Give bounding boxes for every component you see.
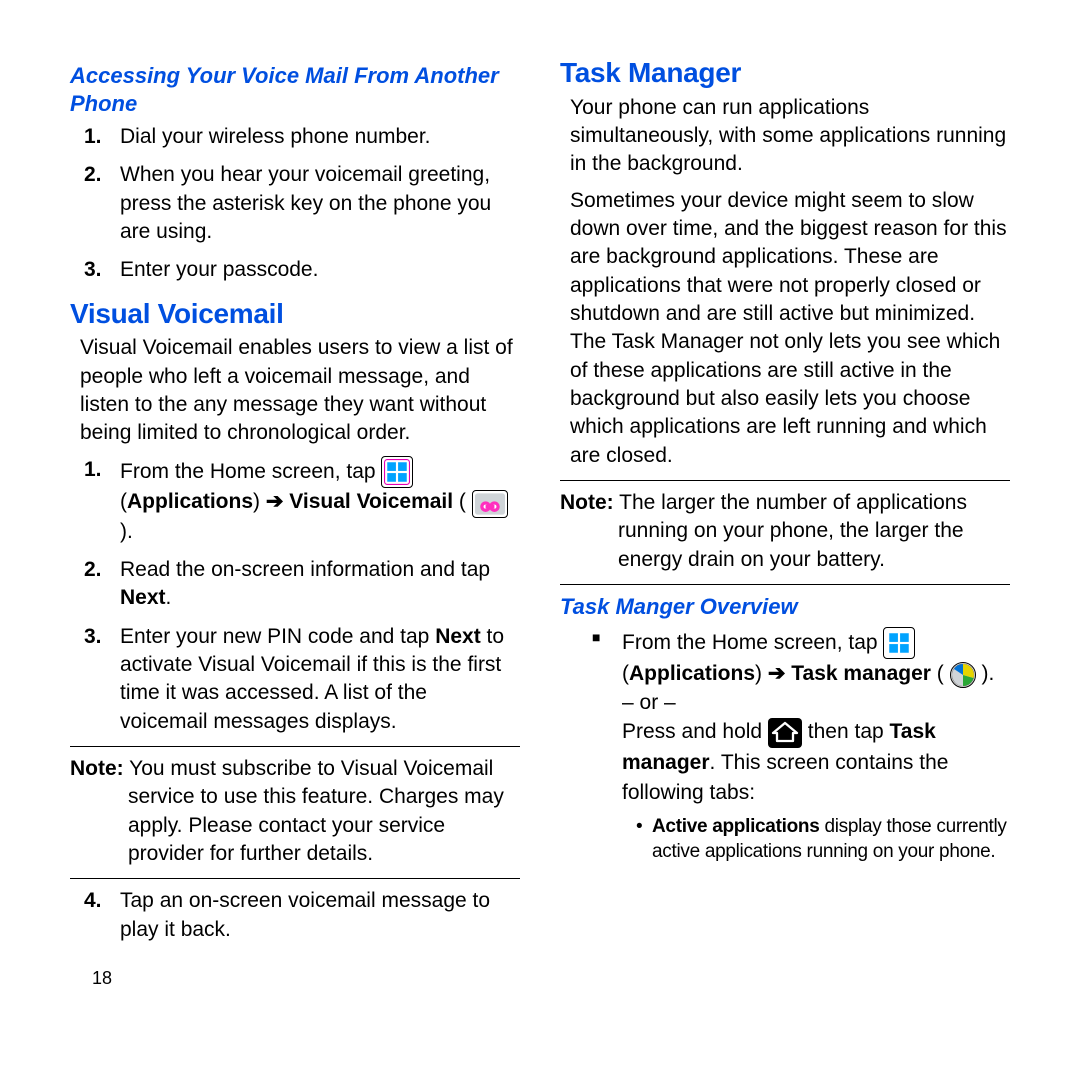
text: Enter your new PIN code and tap (120, 625, 435, 648)
vv-steps-cont: 4.Tap an on-screen voicemail message to … (70, 887, 520, 944)
vv-steps: 1. From the Home screen, tap (70, 456, 520, 736)
step-text: From the Home screen, tap (Applications)… (622, 631, 994, 804)
list-item: 3. Enter your new PIN code and tap Next … (110, 623, 520, 736)
list-item: 1.Dial your wireless phone number. (110, 123, 520, 151)
tm-paragraph-1: Your phone can run applications simultan… (570, 94, 1010, 179)
text: Read the on-screen information and tap (120, 558, 490, 581)
tm-tabs-list: Active applications display those curren… (622, 815, 1010, 864)
home-key-icon (768, 718, 802, 748)
note-battery: Note: The larger the number of applicati… (560, 489, 1010, 574)
divider (560, 480, 1010, 481)
step-text: From the Home screen, tap (Applications) (120, 460, 508, 543)
text: Applications (127, 490, 253, 513)
step-text: When you hear your voicemail greeting, p… (120, 163, 491, 243)
list-item: 2.When you hear your voicemail greeting,… (110, 161, 520, 246)
text: Press and hold (622, 720, 768, 743)
step-text: Dial your wireless phone number. (120, 125, 431, 148)
tm-paragraph-2: Sometimes your device might seem to slow… (570, 187, 1010, 470)
text: – or – (622, 691, 676, 714)
step-text: Enter your passcode. (120, 258, 318, 281)
text: Next (120, 586, 166, 609)
step-text: Tap an on-screen voicemail message to pl… (120, 889, 490, 940)
text: Task manager (791, 662, 931, 685)
text: ( (622, 662, 629, 685)
text: From the Home screen, tap (622, 631, 883, 654)
text: . (166, 586, 172, 609)
text: Active applications (652, 816, 819, 837)
arrow-icon: ➔ (762, 662, 791, 685)
manual-page: Accessing Your Voice Mail From Another P… (0, 0, 1080, 1080)
text: ). (120, 520, 133, 543)
list-item: From the Home screen, tap (Applications)… (600, 627, 1010, 865)
note-text: You must subscribe to Visual Voicemail s… (124, 757, 504, 865)
arrow-icon: ➔ (260, 490, 289, 513)
apps-grid-icon (381, 456, 413, 488)
note-vv-subscription: Note: You must subscribe to Visual Voice… (70, 755, 520, 868)
list-item: Active applications display those curren… (638, 815, 1010, 864)
subheading-task-manager-overview: Task Manger Overview (560, 593, 1010, 621)
text: then tap (802, 720, 890, 743)
apps-grid-icon (883, 627, 915, 659)
heading-task-manager: Task Manager (560, 56, 1010, 90)
divider (70, 878, 520, 879)
divider (70, 746, 520, 747)
list-item: 1. From the Home screen, tap (110, 456, 520, 546)
divider (560, 584, 1010, 585)
note-label: Note: (560, 491, 614, 514)
text: Visual Voicemail (289, 490, 453, 513)
page-number: 18 (92, 968, 520, 989)
left-column: Accessing Your Voice Mail From Another P… (70, 56, 520, 1040)
step-text: Enter your new PIN code and tap Next to … (120, 625, 504, 733)
text: Applications (629, 662, 755, 685)
list-item: 3.Enter your passcode. (110, 256, 520, 284)
text: From the Home screen, tap (120, 460, 381, 483)
right-column: Task Manager Your phone can run applicat… (560, 56, 1010, 1040)
tm-overview-list: From the Home screen, tap (Applications)… (560, 627, 1010, 865)
list-item: 2. Read the on-screen information and ta… (110, 556, 520, 613)
step-text: Read the on-screen information and tap N… (120, 558, 490, 609)
text: ). (976, 662, 995, 685)
note-label: Note: (70, 757, 124, 780)
task-manager-pie-icon (950, 662, 976, 688)
voicemail-other-steps: 1.Dial your wireless phone number. 2.Whe… (70, 123, 520, 285)
list-item: 4.Tap an on-screen voicemail message to … (110, 887, 520, 944)
heading-visual-voicemail: Visual Voicemail (70, 297, 520, 331)
text: ( (120, 490, 127, 513)
visual-voicemail-icon (472, 490, 508, 518)
subheading-voicemail-other-phone: Accessing Your Voice Mail From Another P… (70, 62, 520, 117)
note-text: The larger the number of applications ru… (614, 491, 967, 571)
vv-intro: Visual Voicemail enables users to view a… (80, 334, 520, 447)
text: Next (435, 625, 481, 648)
